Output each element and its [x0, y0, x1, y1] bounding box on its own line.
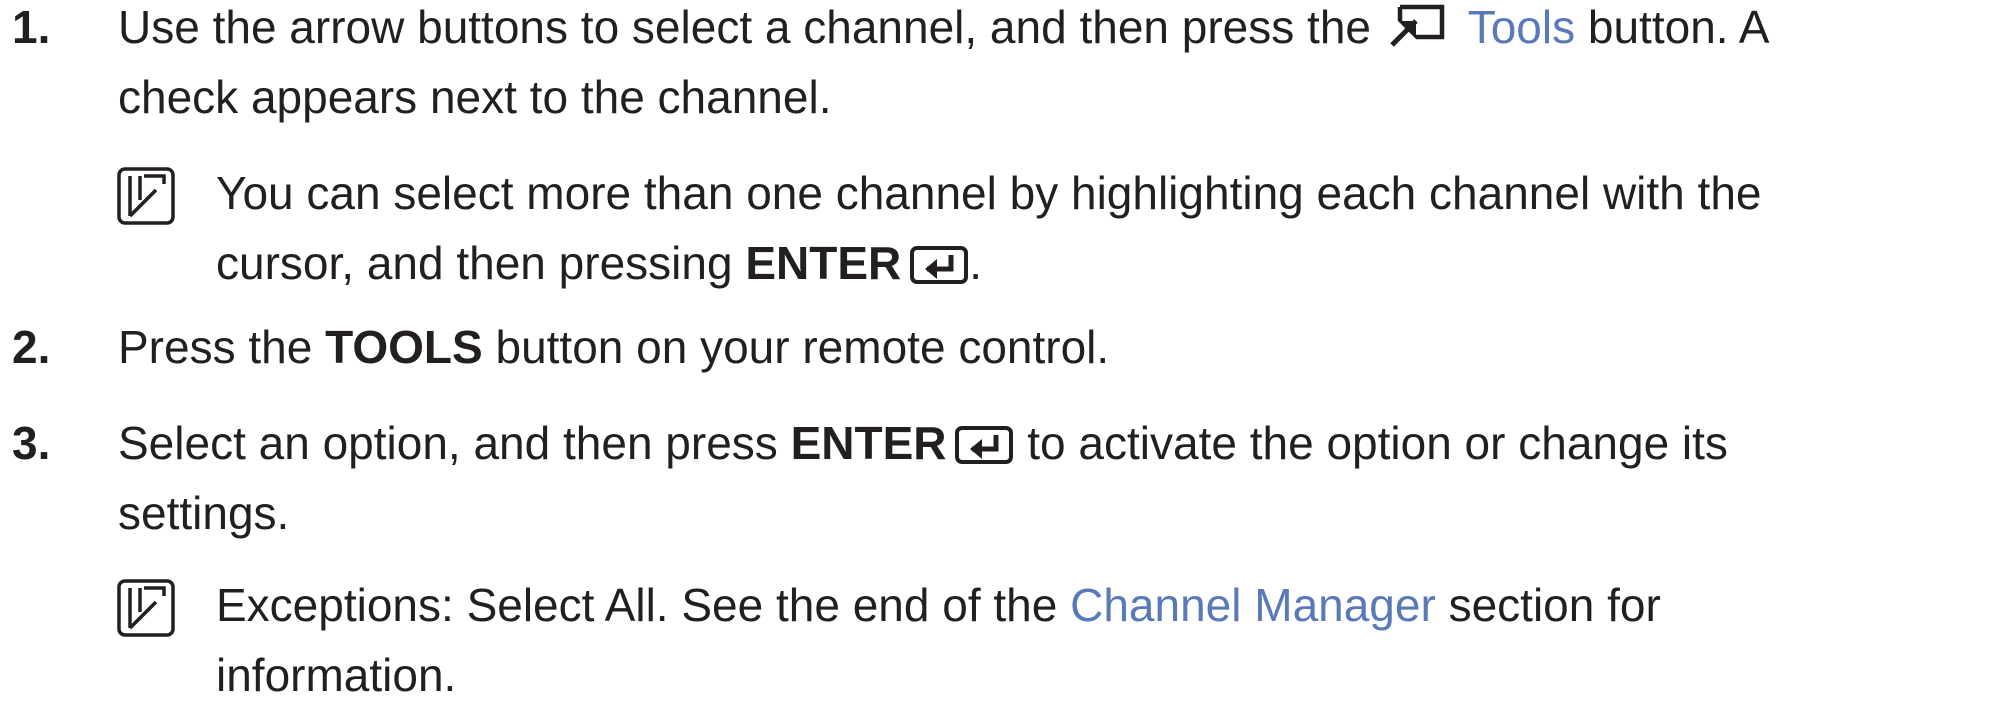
note-text-part: cursor, and then pressing [216, 237, 733, 289]
step-text-part: Use the arrow buttons to select a channe… [118, 1, 1371, 53]
tools-label: TOOLS [325, 321, 483, 373]
step-text-part: button on your remote control. [495, 321, 1110, 373]
note-text: Exceptions: Select All. See the end of t… [216, 570, 1990, 710]
note-text-part: section for [1448, 579, 1661, 631]
step-text-part: button. A [1587, 1, 1770, 53]
step-text-part: Select an option, and then press [118, 417, 778, 469]
instruction-page: 1. Use the arrow buttons to select a cha… [0, 0, 1993, 701]
step-text: Press the TOOLS button on your remote co… [118, 312, 1990, 382]
enter-icon [955, 426, 1014, 464]
note-line: cursor, and then pressing ENTER . [216, 228, 1990, 298]
enter-icon [910, 246, 969, 284]
step-line: Use the arrow buttons to select a channe… [118, 0, 1990, 62]
tools-link[interactable]: Tools [1468, 1, 1575, 53]
note-line: information. [216, 649, 457, 701]
step-text: Use the arrow buttons to select a channe… [118, 0, 1990, 132]
step-text-part: Press the [118, 321, 313, 373]
step-number: 1. [12, 1, 51, 53]
note-line: You can select more than one channel by … [216, 167, 1762, 219]
memo-icon [117, 167, 175, 225]
channel-manager-link[interactable]: Channel Manager [1070, 579, 1436, 631]
note-line: Exceptions: Select All. See the end of t… [216, 570, 1990, 640]
step-text-part: to activate the option or change its [1027, 417, 1728, 469]
enter-label: ENTER [790, 417, 947, 469]
step-line: settings. [118, 487, 290, 539]
note-text-part: Exceptions: Select All. See the end of t… [216, 579, 1058, 631]
step-text: Select an option, and then press ENTER t… [118, 408, 1990, 548]
enter-label: ENTER [745, 237, 902, 289]
memo-icon [117, 579, 175, 637]
tools-icon [1389, 4, 1445, 47]
step-line: Select an option, and then press ENTER t… [118, 408, 1990, 478]
note-text-part: . [969, 237, 983, 289]
step-number: 2. [12, 321, 51, 373]
step-line: check appears next to the channel. [118, 71, 832, 123]
step-number: 3. [12, 417, 51, 469]
note-text: You can select more than one channel by … [216, 158, 1990, 298]
